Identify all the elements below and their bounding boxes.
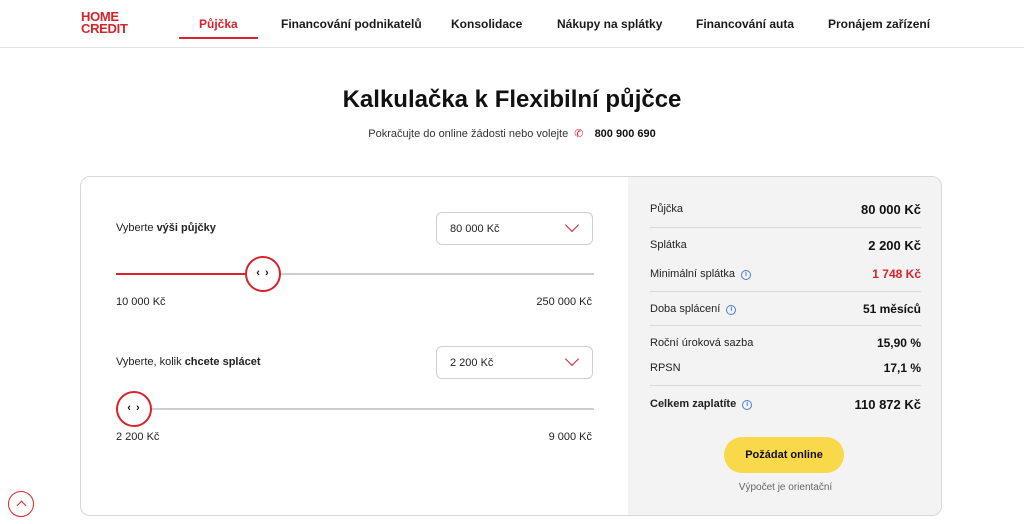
- amount-min-label: 10 000 Kč: [116, 296, 166, 308]
- page-subtitle: Pokračujte do online žádosti nebo volejt…: [0, 127, 1024, 140]
- amount-label-prefix: Vyberte: [116, 222, 157, 234]
- min-installment-value: 1 748 Kč: [872, 267, 921, 281]
- loan-value: 80 000 Kč: [861, 202, 921, 217]
- payment-select[interactable]: 2 200 Kč: [436, 346, 593, 379]
- info-icon[interactable]: i: [742, 400, 753, 410]
- total-text: Celkem zaplatíte: [650, 398, 737, 410]
- logo-line-2: CREDIT: [81, 21, 128, 36]
- total-value: 110 872 Kč: [854, 397, 921, 412]
- installment-label: Splátka: [650, 239, 687, 251]
- divider: [650, 227, 921, 228]
- duration-label: Doba splácení i: [650, 303, 737, 315]
- duration-text: Doba splácení: [650, 303, 721, 315]
- payment-label-prefix: Vyberte, kolik: [116, 356, 185, 368]
- nav-item-konsolidace[interactable]: Konsolidace: [451, 17, 522, 31]
- nav-item-nakupy-na-splatky[interactable]: Nákupy na splátky: [557, 17, 662, 31]
- min-installment-text: Minimální splátka: [650, 268, 735, 280]
- chevron-down-icon: [564, 217, 580, 233]
- payment-label-bold: chcete splácet: [184, 356, 261, 368]
- min-installment-label: Minimální splátka i: [650, 268, 751, 280]
- estimate-note: Výpočet je orientační: [738, 482, 833, 493]
- scroll-to-top-button[interactable]: [8, 491, 34, 517]
- rpsn-label: RPSN: [650, 362, 681, 374]
- amount-slider-handle[interactable]: ‹ ›: [244, 256, 281, 292]
- amount-label-bold: výši půjčky: [156, 222, 216, 234]
- apply-online-button[interactable]: Požádat online: [724, 437, 844, 473]
- payment-label: Vyberte, kolik chcete splácet: [116, 356, 261, 368]
- payment-select-value: 2 200 Kč: [450, 357, 494, 369]
- nav-item-pujcka[interactable]: Půjčka: [199, 17, 238, 31]
- payment-max-label: 9 000 Kč: [548, 431, 592, 443]
- nav-item-pronajem-zarizeni[interactable]: Pronájem zařízení: [828, 17, 930, 31]
- payment-slider-handle[interactable]: ‹ ›: [116, 391, 152, 427]
- rpsn-value: 17,1 %: [883, 361, 921, 375]
- info-icon[interactable]: i: [726, 305, 737, 315]
- subtitle-text: Pokračujte do online žádosti nebo volejt…: [368, 128, 569, 140]
- payment-slider-track[interactable]: [116, 408, 594, 410]
- top-header: HOME CREDIT Půjčka Financování podnikate…: [0, 0, 1024, 48]
- divider: [650, 325, 921, 326]
- loan-label: Půjčka: [650, 203, 684, 215]
- divider: [650, 385, 921, 386]
- nav-item-financovani-podnikatelu[interactable]: Financování podnikatelů: [281, 17, 422, 31]
- duration-value: 51 měsíců: [862, 302, 921, 316]
- amount-select[interactable]: 80 000 Kč: [436, 212, 593, 245]
- home-credit-logo[interactable]: HOME CREDIT: [81, 10, 137, 36]
- amount-max-label: 250 000 Kč: [536, 296, 592, 308]
- total-label: Celkem zaplatíte i: [650, 398, 753, 410]
- info-icon[interactable]: i: [740, 270, 751, 280]
- installment-value: 2 200 Kč: [868, 238, 921, 253]
- divider: [650, 291, 921, 292]
- amount-select-value: 80 000 Kč: [450, 223, 500, 235]
- rate-value: 15,90 %: [876, 336, 921, 350]
- summary-panel: Půjčka 80 000 Kč Splátka 2 200 Kč Minimá…: [628, 177, 941, 515]
- phone-icon: ✆: [574, 128, 584, 140]
- rate-label: Roční úroková sazba: [650, 337, 754, 349]
- page-title: Kalkulačka k Flexibilní půjčce: [342, 86, 682, 113]
- calculator-card: Vyberte výši půjčky 80 000 Kč ‹ › 10 000…: [80, 176, 942, 516]
- phone-number-link[interactable]: 800 900 690: [595, 128, 656, 140]
- payment-min-label: 2 200 Kč: [116, 431, 160, 443]
- amount-label: Vyberte výši půjčky: [116, 222, 216, 234]
- active-tab-underline: [179, 37, 258, 39]
- nav-item-financovani-auta[interactable]: Financování auta: [696, 17, 794, 31]
- amount-slider-fill: [116, 273, 263, 275]
- chevron-down-icon: [564, 351, 580, 367]
